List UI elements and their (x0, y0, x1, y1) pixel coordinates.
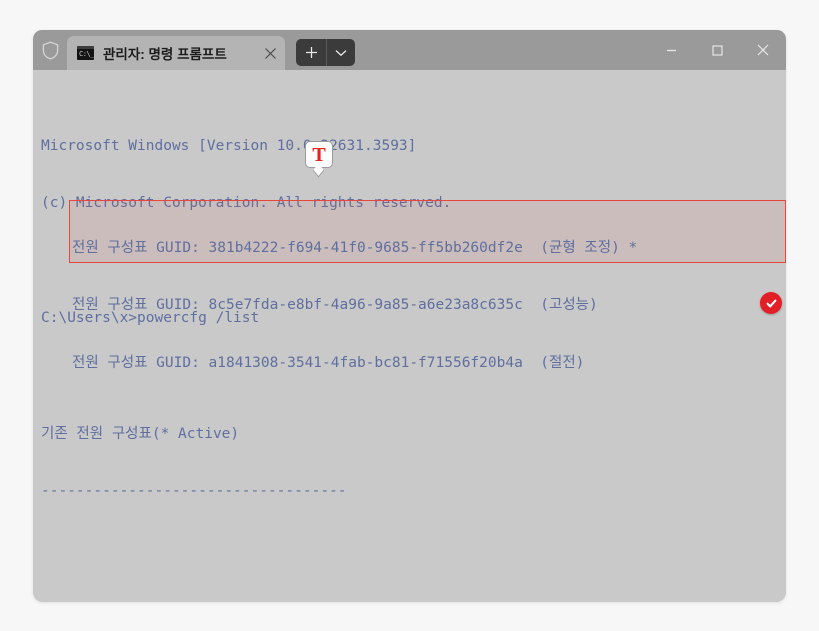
new-tab-group[interactable] (296, 39, 355, 66)
terminal-output-area[interactable]: Microsoft Windows [Version 10.0.22631.35… (33, 70, 786, 602)
terminal-line-divider: ----------------------------------- (41, 483, 347, 500)
guid-line: 전원 구성표 GUID: 381b4222-f694-41f0-9685-ff5… (72, 239, 638, 256)
terminal-line-version: Microsoft Windows [Version 10.0.22631.35… (41, 137, 417, 154)
terminal-scheme-row-spacer (37, 597, 786, 602)
maximize-icon[interactable] (694, 30, 740, 70)
text-cursor-letter: T (312, 143, 326, 166)
titlebar-drag-area[interactable] (355, 30, 648, 70)
cmd-prompt-icon: C:\_ (77, 46, 94, 60)
guid-line: 전원 구성표 GUID: a1841308-3541-4fab-bc81-f71… (72, 355, 585, 372)
titlebar[interactable]: C:\_ 관리자: 명령 프롬프트 (33, 30, 786, 70)
text-select-cursor: T (305, 141, 335, 178)
plus-icon[interactable] (296, 39, 326, 66)
chevron-down-icon[interactable] (326, 39, 355, 66)
check-badge (760, 292, 782, 314)
terminal-line-result-title: 기존 전원 구성표(* Active) (41, 425, 240, 442)
tab-title: 관리자: 명령 프롬프트 (103, 47, 227, 62)
terminal-window: C:\_ 관리자: 명령 프롬프트 Microsoft Windows [Ver… (33, 30, 786, 602)
terminal-scheme-row-spacer (37, 540, 786, 559)
guid-line: 전원 구성표 GUID: 8c5e7fda-e8bf-4a96-9a85-a6e… (72, 297, 598, 314)
minimize-icon[interactable] (648, 30, 694, 70)
cmd-icon-text: C:\_ (79, 50, 94, 58)
shield-icon (33, 30, 67, 70)
guid-highlight-lines: 전원 구성표 GUID: 381b4222-f694-41f0-9685-ff5… (70, 200, 637, 411)
tab-close-icon[interactable] (255, 38, 285, 68)
window-controls (648, 30, 786, 70)
guid-highlight-box: 전원 구성표 GUID: 381b4222-f694-41f0-9685-ff5… (69, 200, 786, 371)
close-icon[interactable] (740, 30, 786, 70)
tab-command-prompt[interactable]: C:\_ 관리자: 명령 프롬프트 (67, 36, 285, 70)
